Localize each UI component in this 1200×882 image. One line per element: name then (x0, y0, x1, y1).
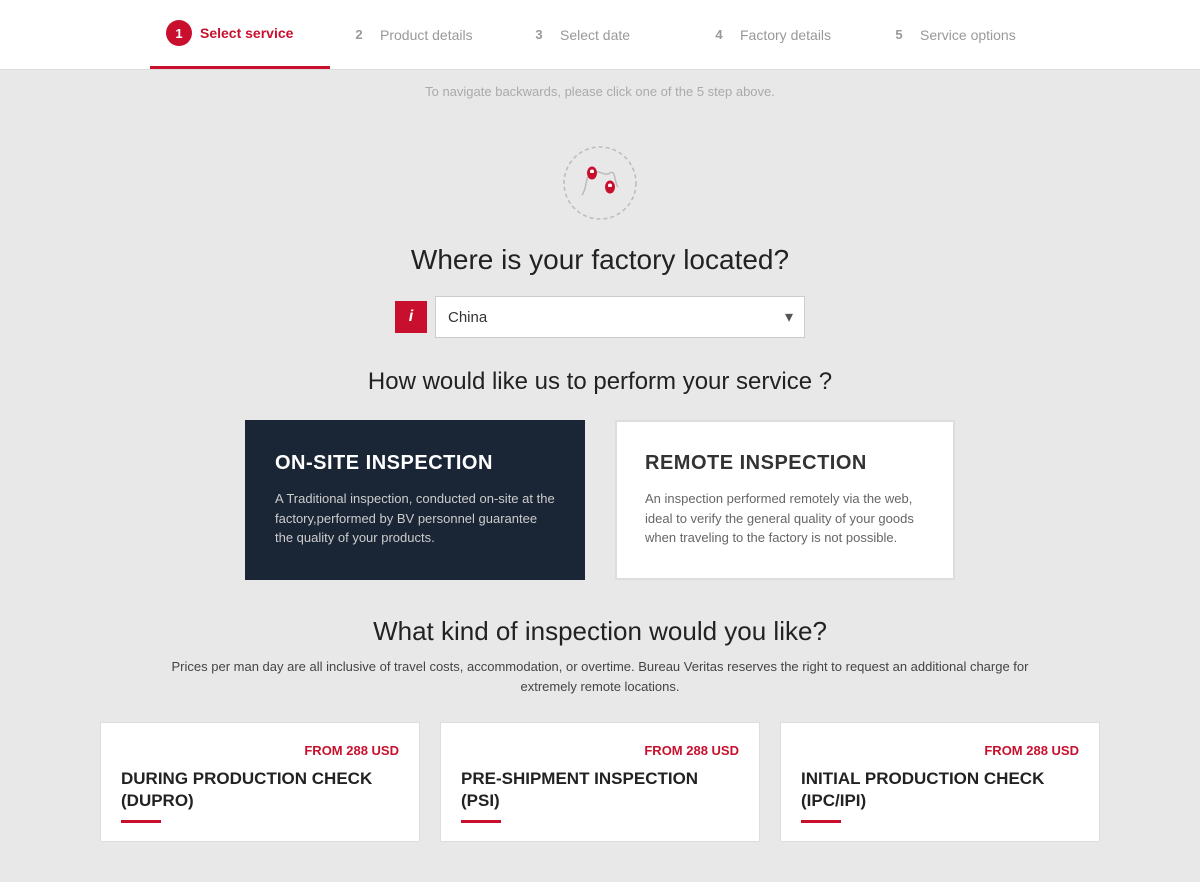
step-3[interactable]: 3 Select date (510, 0, 690, 69)
step-1-label: Select service (200, 25, 293, 41)
service-cards: ON-SITE INSPECTION A Traditional inspect… (210, 420, 990, 580)
step-2-number: 2 (346, 22, 372, 48)
service-card-on-site[interactable]: ON-SITE INSPECTION A Traditional inspect… (245, 420, 585, 580)
inspection-card-ipc[interactable]: FROM 288 USD INITIAL PRODUCTION CHECK (I… (780, 722, 1100, 842)
inspection-cards: FROM 288 USD DURING PRODUCTION CHECK (DU… (60, 722, 1140, 842)
service-card-on-site-title: ON-SITE INSPECTION (275, 452, 555, 475)
map-location-icon (560, 143, 640, 223)
factory-location-heading: Where is your factory located? (411, 244, 789, 276)
main-content: Where is your factory located? i China I… (0, 113, 1200, 882)
service-card-remote[interactable]: REMOTE INSPECTION An inspection performe… (615, 420, 955, 580)
inspection-card-psi-title: PRE-SHIPMENT INSPECTION (PSI) (461, 768, 739, 812)
inspection-card-ipc-line (801, 820, 841, 823)
step-4-label: Factory details (740, 27, 831, 43)
selector-row: i China India Vietnam Bangladesh Indones… (395, 296, 805, 338)
step-3-number: 3 (526, 22, 552, 48)
inspection-card-ipc-title: INITIAL PRODUCTION CHECK (IPC/IPI) (801, 768, 1079, 812)
country-select[interactable]: China India Vietnam Bangladesh Indonesia… (435, 296, 805, 338)
step-5[interactable]: 5 Service options (870, 0, 1050, 69)
inspection-card-dupro[interactable]: FROM 288 USD DURING PRODUCTION CHECK (DU… (100, 722, 420, 842)
inspection-card-psi[interactable]: FROM 288 USD PRE-SHIPMENT INSPECTION (PS… (440, 722, 760, 842)
step-4-number: 4 (706, 22, 732, 48)
inspection-card-dupro-price: FROM 288 USD (121, 743, 399, 758)
inspection-card-ipc-price: FROM 288 USD (801, 743, 1079, 758)
inspection-card-psi-line (461, 820, 501, 823)
service-card-on-site-desc: A Traditional inspection, conducted on-s… (275, 489, 555, 548)
step-2[interactable]: 2 Product details (330, 0, 510, 69)
step-3-label: Select date (560, 27, 630, 43)
inspection-note: Prices per man day are all inclusive of … (150, 657, 1050, 699)
step-1-number: 1 (166, 20, 192, 46)
map-icon-container (560, 143, 640, 228)
inspection-card-dupro-line (121, 820, 161, 823)
inspection-card-psi-price: FROM 288 USD (461, 743, 739, 758)
service-question-heading: How would like us to perform your servic… (368, 368, 832, 396)
stepper-container: 1 Select service 2 Product details 3 Sel… (0, 0, 1200, 70)
step-5-number: 5 (886, 22, 912, 48)
stepper: 1 Select service 2 Product details 3 Sel… (150, 0, 1050, 69)
step-2-label: Product details (380, 27, 473, 43)
step-4[interactable]: 4 Factory details (690, 0, 870, 69)
service-card-remote-title: REMOTE INSPECTION (645, 452, 925, 475)
country-select-wrapper: China India Vietnam Bangladesh Indonesia… (435, 296, 805, 338)
inspection-card-dupro-title: DURING PRODUCTION CHECK (DUPRO) (121, 768, 399, 812)
service-card-remote-desc: An inspection performed remotely via the… (645, 489, 925, 548)
nav-hint: To navigate backwards, please click one … (0, 70, 1200, 113)
step-5-label: Service options (920, 27, 1016, 43)
info-icon: i (395, 301, 427, 333)
inspection-question-heading: What kind of inspection would you like? (373, 616, 827, 647)
step-1[interactable]: 1 Select service (150, 0, 330, 69)
